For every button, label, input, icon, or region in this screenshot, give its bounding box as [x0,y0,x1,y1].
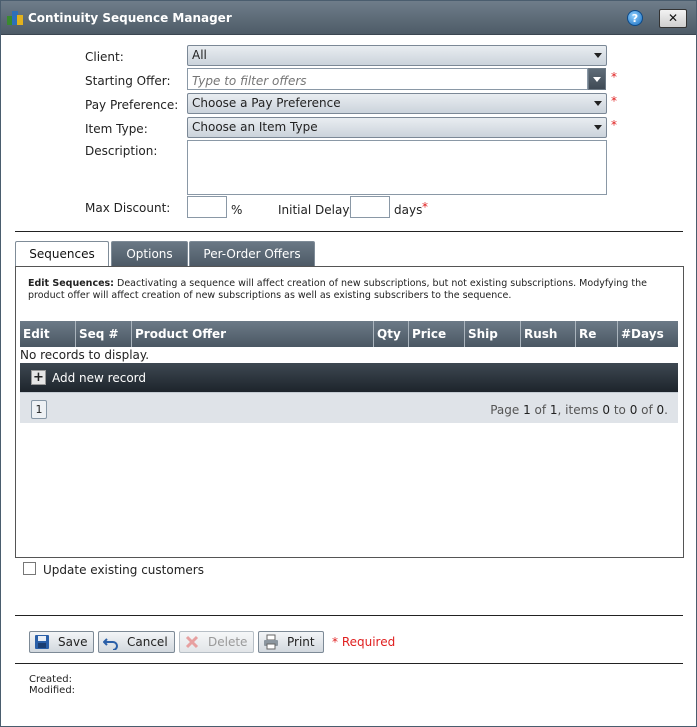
item-type-label: Item Type: [85,122,148,136]
delete-icon [185,635,199,649]
chevron-down-icon [593,77,601,82]
pager-current-page: 1 [523,403,531,417]
item-type-select[interactable]: Choose an Item Type [187,117,607,138]
sequences-panel: Edit Sequences: Deactivating a sequence … [15,266,684,558]
edit-sequences-note-title: Edit Sequences: [28,278,114,289]
pager-total-pages: 1 [549,403,558,417]
cancel-button[interactable]: Cancel [98,631,175,653]
edit-sequences-note: Edit Sequences: Deactivating a sequence … [28,278,676,302]
empty-message: No records to display. [20,348,150,362]
chevron-down-icon [594,101,602,106]
column-header-seq[interactable]: Seq # [76,321,132,347]
app-icon [7,11,23,25]
pager-text: . [664,403,668,417]
item-type-value: Choose an Item Type [192,120,318,134]
undo-icon [103,638,118,650]
divider [15,615,683,616]
column-header-re[interactable]: Re [576,321,618,347]
modified-label: Modified: [29,685,76,696]
tab-per-order-offers[interactable]: Per-Order Offers [189,241,315,266]
chevron-down-icon [594,125,602,130]
max-discount-input[interactable] [187,196,227,218]
plus-icon: + [31,370,46,385]
pay-preference-label: Pay Preference: [85,98,179,112]
pager-info: Page 1 of 1, items 0 to 0 of 0. [490,403,668,417]
close-button[interactable]: ✕ [659,9,687,28]
column-header-edit[interactable]: Edit [20,321,76,347]
printer-icon [264,634,278,650]
tab-sequences[interactable]: Sequences [15,241,109,267]
column-header-qty[interactable]: Qty [374,321,409,347]
add-new-record-button[interactable]: + Add new record [20,363,678,392]
initial-delay-input[interactable] [350,196,390,218]
starting-offer-dropdown-button[interactable] [588,68,606,90]
pager-from: 0 [602,403,610,417]
cancel-label: Cancel [127,635,168,649]
percent-unit: % [231,203,243,217]
pager-bar: 1 Page 1 of 1, items 0 to 0 of 0. [20,392,678,423]
max-discount-label: Max Discount: [85,201,171,215]
update-existing-checkbox[interactable] [23,562,36,575]
pager-text: to [610,403,630,417]
pay-preference-select[interactable]: Choose a Pay Preference [187,93,607,114]
print-label: Print [287,635,315,649]
title-bar[interactable]: Continuity Sequence Manager ? ✕ [1,1,696,35]
description-label: Description: [85,144,158,158]
column-header-ship[interactable]: Ship [465,321,521,347]
delete-button[interactable]: Delete [179,631,254,653]
window-title: Continuity Sequence Manager [28,11,232,25]
chevron-down-icon [594,53,602,58]
update-existing-label: Update existing customers [43,563,204,577]
pager-text: of [530,403,550,417]
pay-preference-value: Choose a Pay Preference [192,96,341,110]
print-button[interactable]: Print [258,631,324,653]
save-icon [35,635,49,649]
starting-offer-input[interactable] [187,68,588,90]
column-header-rush[interactable]: Rush [521,321,576,347]
required-marker: * [611,94,617,108]
client-label: Client: [85,50,124,64]
required-marker: * [611,70,617,84]
description-textarea[interactable] [187,140,607,195]
days-unit: days [394,203,423,217]
tab-options[interactable]: Options [111,241,188,266]
required-marker: * [611,118,617,132]
pager-text: of [637,403,657,417]
required-marker: * [422,200,428,214]
client-select-value: All [192,48,207,62]
created-label: Created: [29,674,72,685]
divider [15,231,683,232]
starting-offer-label: Starting Offer: [85,74,171,88]
pager-text: , items [557,403,603,417]
initial-delay-label: Initial Delay: [278,203,353,217]
required-note: * Required [332,635,396,649]
save-button[interactable]: Save [29,631,94,653]
save-label: Save [58,635,88,649]
column-header-price[interactable]: Price [409,321,465,347]
dialog-window: Continuity Sequence Manager ? ✕ Client: … [0,0,697,727]
pager-text: Page [490,403,524,417]
grid-header: Edit Seq # Product Offer Qty Price Ship … [20,321,678,347]
client-select[interactable]: All [187,45,607,66]
add-new-record-label: Add new record [52,371,146,385]
column-header-days[interactable]: #Days [618,321,678,347]
column-header-product-offer[interactable]: Product Offer [132,321,374,347]
page-1-button[interactable]: 1 [31,400,47,419]
divider [15,663,683,664]
delete-label: Delete [208,635,248,649]
help-icon[interactable]: ? [627,10,643,26]
edit-sequences-note-text: Deactivating a sequence will affect crea… [28,278,647,301]
